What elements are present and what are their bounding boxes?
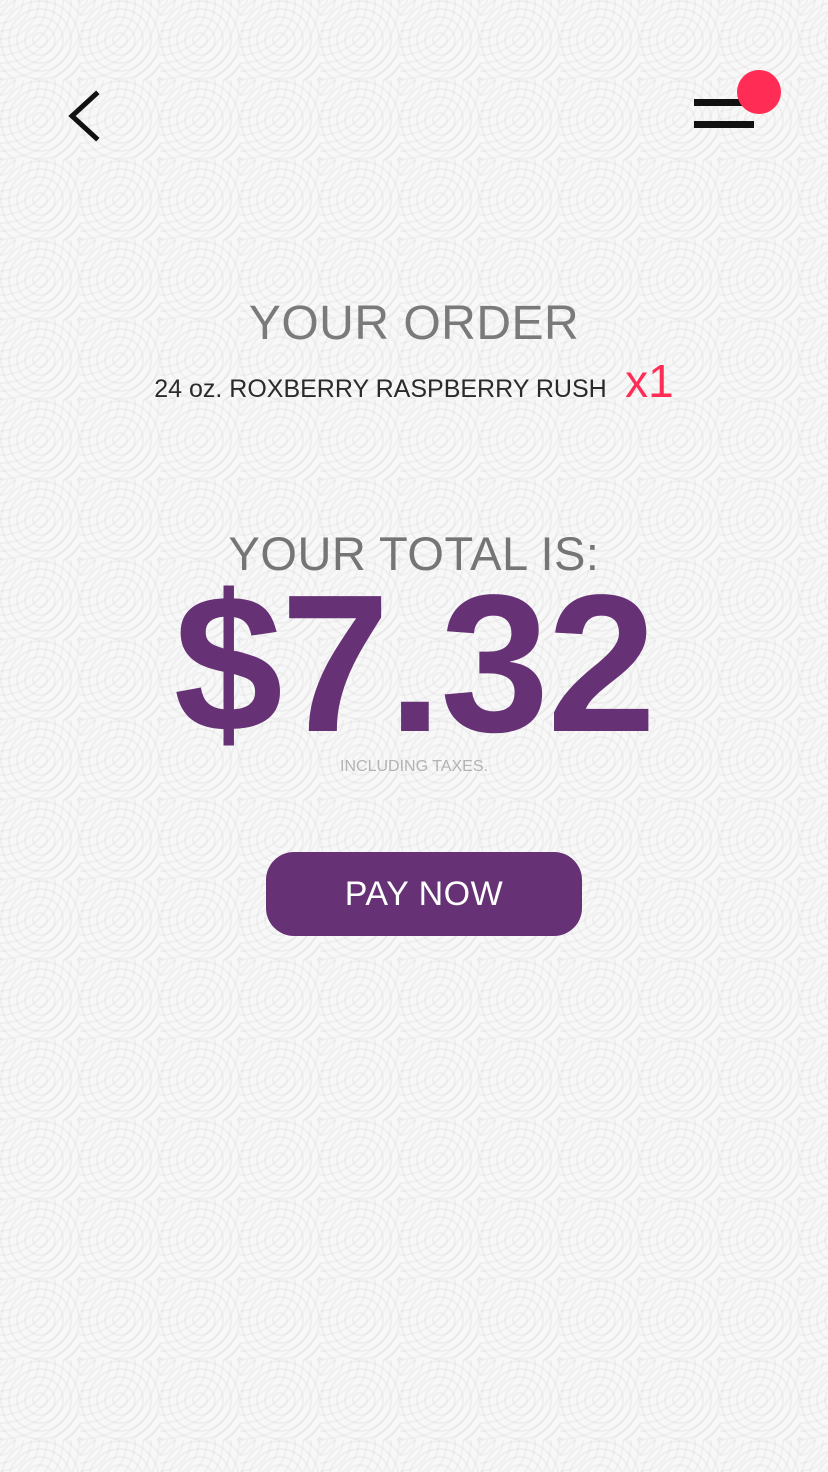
order-item-quantity: x1 <box>625 355 674 407</box>
pay-now-button[interactable]: PAY NOW <box>266 852 582 936</box>
order-item-name: 24 oz. ROXBERRY RASPBERRY RUSH <box>154 375 607 403</box>
notification-badge <box>737 70 781 114</box>
chevron-left-icon <box>68 90 100 142</box>
menu-button[interactable] <box>686 66 790 146</box>
taxes-note: INCLUDING TAXES. <box>340 758 488 775</box>
hamburger-menu-icon-bar-bottom <box>694 121 754 128</box>
order-title: YOUR ORDER <box>248 297 580 350</box>
back-button[interactable] <box>56 80 116 152</box>
total-amount: $7.32 <box>173 554 656 773</box>
order-line: 24 oz. ROXBERRY RASPBERRY RUSH x1 <box>0 354 828 408</box>
